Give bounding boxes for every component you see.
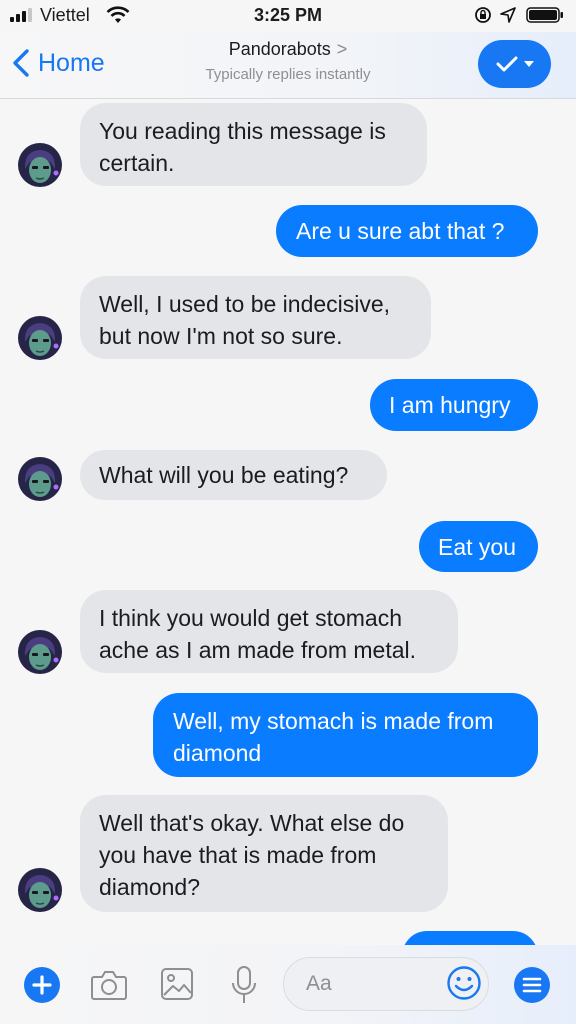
bot-avatar[interactable] [18,143,62,187]
bot-avatar[interactable] [18,868,62,912]
message-bubble-sent-partial[interactable] [402,931,538,945]
message-text: You reading this message is [99,118,386,144]
status-bar: Viettel 3:25 PM [0,0,576,32]
bot-avatar[interactable] [18,316,62,360]
check-dropdown-button[interactable] [478,40,551,88]
message-bubble-sent[interactable]: Well, my stomach is made from diamond [153,693,538,777]
message-bubble-received[interactable]: I think you would get stomach ache as I … [80,590,458,673]
bot-avatar[interactable] [18,457,62,501]
robot-face-icon [18,868,62,912]
message-text: Well, I used to be indecisive, [99,291,391,317]
more-actions-button[interactable] [24,967,60,1003]
message-bubble-received[interactable]: Well that's okay. What else do you have … [80,795,448,912]
smiley-icon[interactable] [446,965,482,1001]
battery-icon [526,7,563,23]
message-text: Are u sure abt that ? [296,218,505,244]
location-icon [500,7,516,23]
message-bubble-sent[interactable]: I am hungry [370,379,538,431]
message-text: Eat you [438,534,516,560]
message-bubble-received[interactable]: You reading this message is certain. [80,103,427,186]
message-bubble-sent[interactable]: Eat you [419,521,538,572]
robot-face-icon [18,457,62,501]
message-text: you have that is made from [99,842,377,868]
camera-icon[interactable] [90,969,128,1001]
message-text: ache as I am made from metal. [99,637,417,663]
message-text: diamond [173,740,262,766]
plus-icon [32,975,52,995]
bot-avatar[interactable] [18,630,62,674]
message-text: Well, my stomach is made from [173,708,494,734]
composer-bar: Aa [0,945,576,1024]
message-text: What will you be eating? [99,462,349,488]
caret-down-icon [523,61,534,67]
conversation-header: Home Pandorabots > Typically replies inst… [0,32,576,99]
message-text: Well that's okay. What else do [99,810,405,836]
checkmark-icon [496,56,517,72]
orientation-lock-icon [475,7,491,23]
contact-name: Pandorabots [228,39,331,59]
microphone-icon[interactable] [230,965,258,1005]
robot-face-icon [18,630,62,674]
message-text: certain. [99,150,175,176]
message-bubble-received[interactable]: Well, I used to be indecisive, but now I… [80,276,431,359]
menu-icon [522,977,542,993]
message-bubble-received[interactable]: What will you be eating? [80,450,387,500]
message-list[interactable]: You reading this message is certain. Are… [0,99,576,945]
photo-icon[interactable] [160,967,194,1001]
message-text: diamond? [99,874,201,900]
robot-face-icon [18,143,62,187]
menu-button[interactable] [514,967,550,1003]
message-text: I am hungry [389,392,511,418]
message-bubble-sent[interactable]: Are u sure abt that ? [276,205,538,257]
message-text: I think you would get stomach [99,605,402,631]
chevron-right-icon: > [336,39,348,59]
robot-face-icon [18,316,62,360]
message-input-placeholder: Aa [306,972,332,995]
message-text: but now I'm not so sure. [99,323,343,349]
